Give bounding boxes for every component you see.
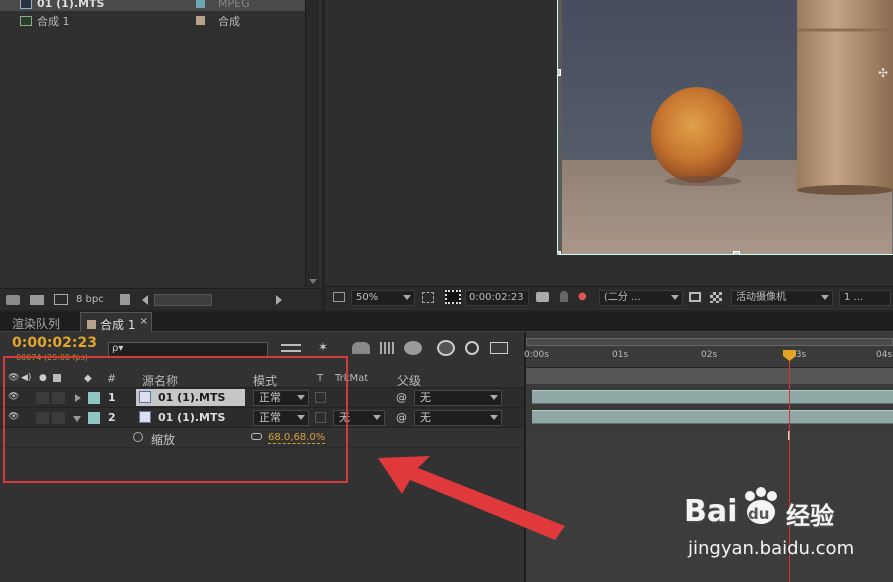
camera-value: 活动摄像机 <box>736 292 786 303</box>
parent-value: 无 <box>420 411 431 424</box>
time-ruler[interactable]: 0:00s 01s 02s 03s 04s <box>524 346 893 368</box>
project-scrollbar[interactable] <box>305 0 319 287</box>
tab-composition[interactable]: 合成 1 × <box>80 312 152 333</box>
scroll-right-icon[interactable] <box>275 294 282 305</box>
layer-bounding-box[interactable] <box>557 0 893 255</box>
interpret-footage-icon[interactable] <box>6 294 20 305</box>
project-item-name: 合成 1 <box>37 14 70 28</box>
current-time-display[interactable]: 0:00:02:23 <box>12 335 97 351</box>
snapshot-icon[interactable] <box>536 292 549 302</box>
close-tab-icon[interactable]: × <box>140 316 148 327</box>
new-composition-icon[interactable] <box>54 294 68 305</box>
ruler-label: 02s <box>701 350 718 360</box>
channel-icon[interactable]: ● <box>578 291 592 303</box>
frame-blending-icon[interactable] <box>380 342 396 354</box>
viewer-timecode: 0:00:02:23 <box>469 292 524 303</box>
viewer-toolbar: 50% 0:00:02:23 ● (二分 ... 活动摄像机 1 ... <box>325 286 893 308</box>
footage-icon <box>20 0 32 9</box>
scroll-left-icon[interactable] <box>141 294 148 305</box>
project-item-type: MPEG <box>218 0 250 10</box>
draft-3d-icon[interactable]: ✶ <box>318 340 334 354</box>
annotation-arrow <box>378 456 565 540</box>
parent-header: 父级 <box>397 374 422 388</box>
current-time-field[interactable]: 0:00:02:23 <box>465 290 529 306</box>
comp-color-icon <box>87 320 96 329</box>
composition-icon <box>20 15 32 26</box>
parent-dropdown[interactable]: 无 <box>414 390 502 406</box>
resolution-value: (二分 ... <box>604 292 641 303</box>
time-navigator[interactable] <box>526 338 893 346</box>
composition-canvas[interactable]: ✣ <box>557 0 893 255</box>
label-swatch <box>196 16 205 25</box>
project-item-name: 01 (1).MTS <box>37 0 105 10</box>
tab-label: 渲染队列 <box>12 317 61 331</box>
region-of-interest-icon[interactable] <box>445 290 461 304</box>
auto-keyframe-icon[interactable] <box>465 341 479 355</box>
parent-value: 无 <box>420 391 431 404</box>
composition-viewer: ✣ 50% 0:00:02:23 ● (二分 ... 活动摄像机 1 ... <box>325 0 893 310</box>
layer-duration-bar[interactable] <box>532 410 893 424</box>
motion-blur-icon[interactable] <box>404 341 422 355</box>
layer-duration-bar[interactable] <box>532 390 893 404</box>
transform-handle[interactable] <box>733 251 740 255</box>
bpc-label[interactable]: 8 bpc <box>76 294 104 305</box>
brainstorm-icon[interactable] <box>437 340 455 356</box>
pickwhip-icon[interactable]: @ <box>396 391 407 404</box>
label-swatch <box>196 0 205 8</box>
graph-editor-icon[interactable] <box>490 342 508 354</box>
horizontal-scrollbar[interactable] <box>153 293 212 306</box>
zoom-dropdown[interactable]: 50% <box>351 290 415 306</box>
highlight-box <box>3 356 348 483</box>
layer-search-input[interactable]: ρ▾ <box>108 342 268 357</box>
shy-layers-icon[interactable] <box>352 342 370 354</box>
views-value: 1 ... <box>844 292 864 303</box>
ruler-label: 04s <box>876 350 893 360</box>
always-preview-icon[interactable] <box>333 292 345 302</box>
project-item-type: 合成 <box>218 14 240 28</box>
show-snapshot-icon[interactable] <box>560 291 568 302</box>
tab-label: 合成 1 <box>100 318 136 332</box>
project-panel: 01 (1).MTS MPEG 合成 1 合成 8 bpc <box>0 0 322 310</box>
project-toolbar: 8 bpc <box>0 288 322 310</box>
transform-handle[interactable] <box>557 69 561 76</box>
comp-mini-flowchart-icon[interactable] <box>281 344 301 352</box>
panel-tabs: 渲染队列 合成 1 × <box>0 312 893 333</box>
work-area-bar[interactable] <box>526 368 893 384</box>
baidu-watermark: Bai du 经验 jingyan.baidu.com <box>684 487 884 578</box>
baidu-du-text: du <box>748 505 770 523</box>
fast-previews-icon[interactable] <box>689 292 701 302</box>
transform-handle[interactable] <box>557 251 561 255</box>
trash-icon[interactable] <box>119 294 130 305</box>
views-dropdown[interactable]: 1 ... <box>839 290 891 306</box>
watermark-url: jingyan.baidu.com <box>688 538 855 559</box>
new-folder-icon[interactable] <box>30 294 44 305</box>
parent-dropdown[interactable]: 无 <box>414 410 502 426</box>
safe-margins-icon[interactable] <box>422 292 434 303</box>
transparency-grid-icon[interactable] <box>710 292 722 303</box>
resolution-dropdown[interactable]: (二分 ... <box>599 290 683 306</box>
tab-render-queue[interactable]: 渲染队列 <box>12 315 60 332</box>
baidu-logo-text: Bai <box>684 494 738 529</box>
camera-dropdown[interactable]: 活动摄像机 <box>731 290 833 306</box>
pickwhip-icon[interactable]: @ <box>396 411 407 424</box>
text-cursor-icon: I <box>787 429 791 443</box>
ruler-label: 0:00s <box>524 350 549 360</box>
zoom-value: 50% <box>356 292 379 303</box>
jingyan-text: 经验 <box>786 502 834 530</box>
anchor-point-icon[interactable]: ✣ <box>878 66 888 80</box>
ruler-label: 01s <box>612 350 629 360</box>
project-item-footage[interactable]: 01 (1).MTS MPEG <box>0 0 305 11</box>
project-item-comp[interactable]: 合成 1 合成 <box>0 13 305 28</box>
